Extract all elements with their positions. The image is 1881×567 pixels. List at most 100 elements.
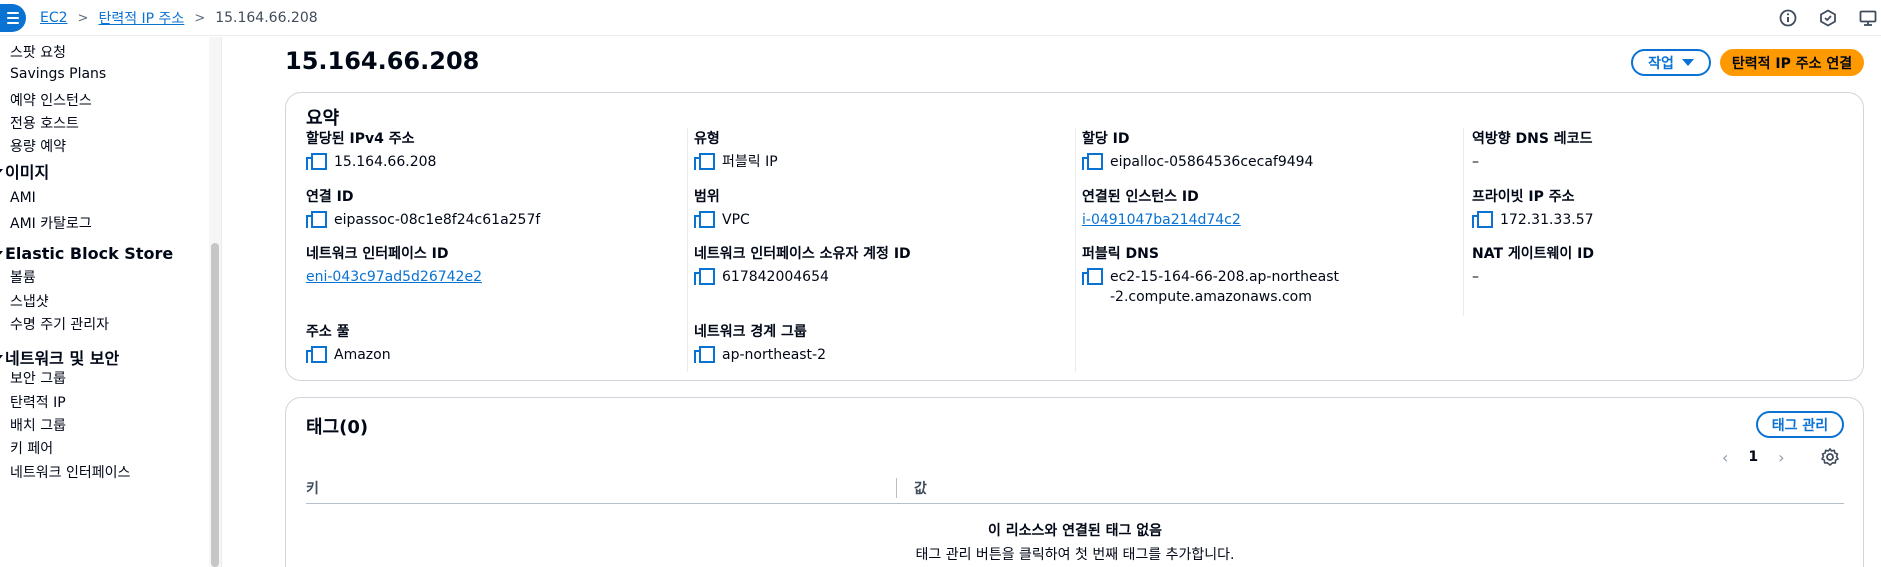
field-value-row: Amazon	[306, 345, 686, 365]
sidebar-item-3[interactable]: 전용 호스트	[10, 113, 79, 133]
breadcrumb: EC2 > 탄력적 IP 주소 > 15.164.66.208	[40, 0, 318, 36]
field-value-link[interactable]: i-0491047ba214d74c2	[1082, 210, 1241, 230]
screen-icon[interactable]	[1859, 9, 1877, 27]
actions-label: 작업	[1648, 55, 1674, 72]
copy-icon[interactable]	[306, 211, 327, 229]
copy-icon[interactable]	[694, 211, 715, 229]
field-value: eipassoc-08c1e8f24c61a257f	[334, 212, 541, 228]
copy-icon[interactable]	[306, 346, 327, 364]
chevron-right-icon[interactable]: ›	[1778, 448, 1784, 467]
field-value: 172.31.33.57	[1500, 212, 1594, 228]
chevron-left-icon[interactable]: ‹	[1722, 448, 1728, 467]
actions-button[interactable]: 작업	[1631, 49, 1711, 76]
summary-field: 할당 ID eipalloc-05864536cecaf9494	[1082, 128, 1342, 172]
sidebar-item-16[interactable]: 키 페어	[10, 438, 53, 458]
column-divider	[1075, 128, 1076, 372]
sidebar-item-2[interactable]: 예약 인스턴스	[10, 90, 92, 110]
sidebar-item-4[interactable]: 용량 예약	[10, 136, 66, 156]
summary-field: 역방향 DNS 레코드 –	[1472, 128, 1852, 172]
chevron-right-icon: >	[194, 10, 206, 26]
field-value: 15.164.66.208	[334, 154, 437, 170]
field-label: 할당된 IPv4 주소	[306, 131, 415, 147]
sidebar-item-17[interactable]: 네트워크 인터페이스	[10, 462, 130, 482]
feedback-icon[interactable]	[1819, 9, 1837, 27]
field-value-row: –	[1472, 267, 1852, 287]
sidebar-item-9[interactable]: 볼륨	[10, 267, 36, 287]
copy-icon[interactable]	[694, 268, 715, 286]
field-label: 역방향 DNS 레코드	[1472, 131, 1593, 147]
copy-icon[interactable]	[1082, 268, 1103, 286]
sidebar-scrollbar[interactable]	[209, 37, 221, 567]
copy-icon[interactable]	[694, 346, 715, 364]
sidebar-item-13[interactable]: 보안 그룹	[10, 368, 66, 388]
info-icon[interactable]	[1779, 9, 1797, 27]
summary-field: 연결 ID eipassoc-08c1e8f24c61a257f	[306, 186, 686, 230]
field-label: 네트워크 인터페이스 ID	[306, 246, 449, 262]
summary-field: 네트워크 인터페이스 소유자 계정 ID 617842004654	[694, 243, 1074, 287]
page-number[interactable]: 1	[1748, 449, 1758, 465]
field-value: 퍼블릭 IP	[722, 154, 778, 170]
sidebar-item-15[interactable]: 배치 그룹	[10, 415, 66, 435]
summary-field: 유형 퍼블릭 IP	[694, 128, 1074, 172]
chevron-right-icon: >	[77, 10, 89, 26]
empty-state-subtitle: 태그 관리 버튼을 클릭하여 첫 번째 태그를 추가합니다.	[915, 547, 1235, 563]
field-value: –	[1472, 269, 1479, 285]
column-header-key[interactable]: 키	[306, 478, 319, 498]
column-separator[interactable]	[896, 478, 897, 498]
summary-field: 네트워크 인터페이스 ID eni-043c97ad5d26742e2	[306, 243, 686, 287]
sidebar-item-14[interactable]: 탄력적 IP	[10, 392, 66, 412]
summary-field: 네트워크 경계 그룹 ap-northeast-2	[694, 321, 1074, 365]
field-label: 할당 ID	[1082, 131, 1130, 147]
sidebar-item-6[interactable]: AMI	[10, 190, 36, 206]
tags-card	[285, 397, 1864, 567]
column-header-value[interactable]: 값	[914, 478, 927, 498]
sidebar-item-7[interactable]: AMI 카탈로그	[10, 213, 92, 233]
sidebar-item-0[interactable]: 스팟 요청	[10, 42, 66, 62]
manage-tags-button[interactable]: 태그 관리	[1756, 411, 1844, 438]
caret-down-icon	[0, 354, 3, 360]
copy-icon[interactable]	[306, 153, 327, 171]
field-value: ap-northeast-2	[722, 347, 827, 363]
field-value: ec2-15-164-66-208.ap-northeast-2.compute…	[1110, 269, 1339, 305]
sidebar-item-11[interactable]: 수명 주기 관리자	[10, 314, 109, 334]
breadcrumb-current: 15.164.66.208	[215, 10, 318, 26]
gear-icon[interactable]	[1820, 447, 1840, 467]
field-value-link[interactable]: eni-043c97ad5d26742e2	[306, 267, 482, 287]
field-label: 네트워크 인터페이스 소유자 계정 ID	[694, 246, 911, 262]
field-value-row: eipalloc-05864536cecaf9494	[1082, 152, 1342, 172]
field-value: –	[1472, 154, 1479, 170]
sidebar-section-12[interactable]: 네트워크 및 보안	[0, 345, 119, 369]
breadcrumb-elastic-ip[interactable]: 탄력적 IP 주소	[98, 8, 184, 28]
field-value-row: i-0491047ba214d74c2	[1082, 210, 1342, 230]
sidebar-section-5[interactable]: 이미지	[0, 159, 49, 183]
caret-down-icon	[1681, 59, 1694, 66]
sidebar-item-1[interactable]: Savings Plans	[10, 66, 106, 82]
field-value-row: –	[1472, 152, 1852, 172]
summary-field: 프라이빗 IP 주소 172.31.33.57	[1472, 186, 1852, 230]
column-divider	[687, 128, 688, 372]
field-value: Amazon	[334, 347, 391, 363]
field-label: 연결된 인스턴스 ID	[1082, 189, 1199, 205]
sidebar-item-10[interactable]: 스냅샷	[10, 291, 49, 311]
summary-field: NAT 게이트웨이 ID –	[1472, 243, 1852, 287]
associate-elastic-ip-button[interactable]: 탄력적 IP 주소 연결	[1720, 49, 1864, 76]
summary-field: 할당된 IPv4 주소 15.164.66.208	[306, 128, 686, 172]
caret-down-icon	[0, 251, 3, 256]
copy-icon[interactable]	[1472, 211, 1493, 229]
copy-icon[interactable]	[694, 153, 715, 171]
breadcrumb-ec2[interactable]: EC2	[40, 10, 68, 26]
sidebar-section-8[interactable]: Elastic Block Store	[0, 244, 173, 263]
summary-field: 연결된 인스턴스 ID i-0491047ba214d74c2	[1082, 186, 1342, 230]
sidebar-section-label: 이미지	[5, 163, 50, 182]
summary-field: 퍼블릭 DNS ec2-15-164-66-208.ap-northeast-2.…	[1082, 243, 1342, 307]
sidebar: 스팟 요청 Savings Plans 예약 인스턴스전용 호스트용량 예약이미지 A…	[0, 37, 222, 567]
field-label: 네트워크 경계 그룹	[694, 324, 807, 340]
menu-icon[interactable]	[0, 4, 26, 32]
field-value-row: 617842004654	[694, 267, 1074, 287]
top-bar: EC2 > 탄력적 IP 주소 > 15.164.66.208	[0, 0, 1881, 36]
copy-icon[interactable]	[1082, 153, 1103, 171]
scrollbar-thumb[interactable]	[211, 243, 219, 567]
page-title: 15.164.66.208	[285, 47, 480, 75]
field-value-row: ec2-15-164-66-208.ap-northeast-2.compute…	[1082, 267, 1342, 307]
field-value-row: 172.31.33.57	[1472, 210, 1852, 230]
